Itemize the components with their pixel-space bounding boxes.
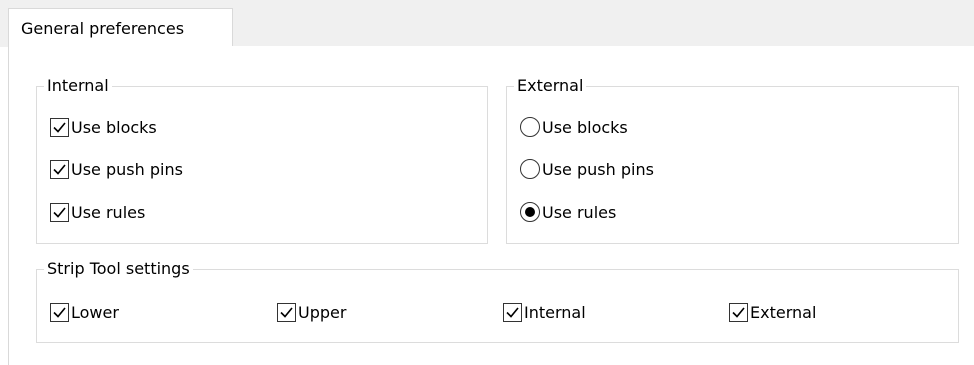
strip-tool-external-checkbox[interactable]: External: [729, 300, 816, 324]
checkbox-icon: [503, 302, 522, 322]
strip-tool-internal-checkbox[interactable]: Internal: [503, 300, 586, 324]
strip-tool-lower-checkbox[interactable]: Lower: [50, 300, 119, 324]
external-group-title: External: [514, 75, 587, 97]
internal-use-rules-label: Use rules: [71, 202, 146, 222]
internal-group-title: Internal: [44, 75, 112, 97]
strip-tool-lower-label: Lower: [71, 302, 119, 322]
internal-use-blocks-checkbox[interactable]: Use blocks: [50, 115, 157, 139]
strip-tool-external-label: External: [750, 302, 817, 322]
radio-icon: [520, 117, 540, 137]
checkbox-icon: [277, 302, 296, 322]
internal-group: Internal Use blocks Use push pins Use ru…: [36, 75, 488, 244]
tab-general-preferences-label: General preferences: [21, 18, 185, 38]
radio-icon: [520, 159, 540, 179]
external-use-blocks-label: Use blocks: [542, 117, 628, 137]
checkbox-icon: [50, 202, 69, 222]
radio-icon: [520, 202, 540, 222]
external-group: External Use blocks Use push pins Use ru…: [506, 75, 959, 244]
strip-tool-settings-title: Strip Tool settings: [44, 258, 193, 280]
strip-tool-upper-label: Upper: [298, 302, 347, 322]
checkbox-icon: [50, 302, 69, 322]
checkbox-icon: [729, 302, 748, 322]
external-use-rules-radio[interactable]: Use rules: [520, 200, 616, 224]
external-use-rules-label: Use rules: [542, 202, 617, 222]
strip-tool-internal-label: Internal: [524, 302, 586, 322]
external-use-push-pins-label: Use push pins: [542, 159, 654, 179]
internal-use-blocks-label: Use blocks: [71, 117, 157, 137]
internal-use-rules-checkbox[interactable]: Use rules: [50, 200, 145, 224]
external-use-push-pins-radio[interactable]: Use push pins: [520, 157, 654, 181]
tab-general-preferences[interactable]: General preferences: [8, 8, 233, 47]
strip-tool-settings-group: Strip Tool settings Lower Upper Internal…: [36, 258, 959, 343]
checkbox-icon: [50, 159, 69, 179]
internal-use-push-pins-label: Use push pins: [71, 159, 183, 179]
internal-use-push-pins-checkbox[interactable]: Use push pins: [50, 157, 183, 181]
checkbox-icon: [50, 117, 69, 137]
tab-page-general-preferences: Internal Use blocks Use push pins Use ru…: [8, 46, 974, 365]
external-use-blocks-radio[interactable]: Use blocks: [520, 115, 628, 139]
strip-tool-upper-checkbox[interactable]: Upper: [277, 300, 346, 324]
